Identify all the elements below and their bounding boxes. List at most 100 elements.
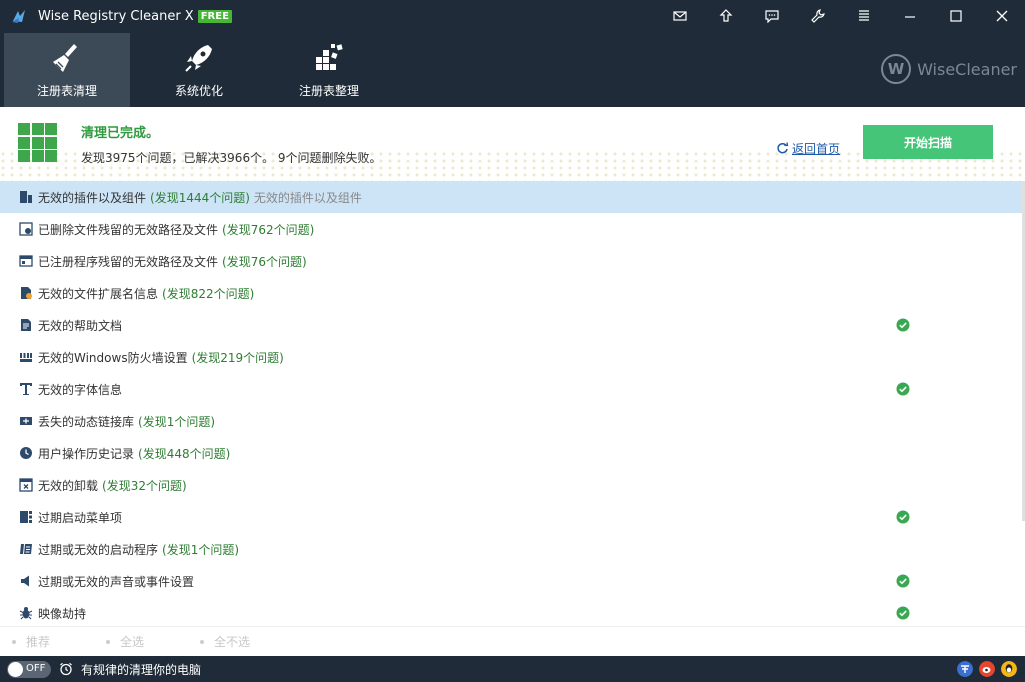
minimize-icon	[905, 16, 915, 18]
app-title: Wise Registry Cleaner X	[38, 8, 194, 24]
app-logo-icon	[12, 10, 25, 23]
item-count: (发现762个问题)	[222, 222, 315, 237]
item-name: 已注册程序残留的无效路径及文件	[38, 254, 219, 269]
item-name: 无效的帮助文档	[38, 318, 123, 333]
start-menu-icon	[20, 511, 32, 523]
item-count: (发现1个问题)	[138, 414, 216, 429]
minimize-button[interactable]	[887, 0, 933, 32]
selection-bar: 推荐 全选 全不选	[0, 626, 1025, 656]
deleted-file-icon	[19, 222, 33, 236]
schedule-text: 有规律的清理你的电脑	[81, 662, 202, 677]
list-item[interactable]: 无效的卸载 (发现32个问题)	[0, 469, 1025, 501]
item-count: (发现76个问题)	[222, 254, 307, 269]
item-name: 过期或无效的启动程序	[38, 542, 159, 557]
toggle-label: OFF	[26, 662, 46, 674]
item-name: 无效的Windows防火墙设置	[38, 350, 188, 365]
item-name: 无效的文件扩展名信息	[38, 286, 159, 301]
dll-icon	[20, 417, 32, 425]
list-item[interactable]: 映像劫持	[0, 597, 1025, 626]
issue-category-list: 无效的插件以及组件 (发现1444个问题) 无效的插件以及组件 已删除文件残留的…	[0, 181, 1025, 626]
schedule-toggle[interactable]: OFF	[7, 660, 51, 678]
comment-button[interactable]	[749, 0, 795, 32]
main-toolbar: 注册表清理 系统优化 注册表整理 W WiseCleaner	[0, 32, 1025, 107]
check-circle-icon	[896, 606, 910, 620]
mail-icon	[673, 11, 687, 21]
list-item[interactable]: 用户操作历史记录 (发现448个问题)	[0, 437, 1025, 469]
item-name: 已删除文件残留的无效路径及文件	[38, 222, 219, 237]
firewall-icon	[20, 353, 32, 362]
upload-arrow-icon	[719, 9, 733, 22]
feedback-mail-button[interactable]	[657, 0, 703, 32]
defrag-icon	[316, 44, 343, 70]
plugin-icon	[20, 191, 32, 203]
tab-registry-cleaner[interactable]: 注册表清理	[4, 33, 130, 107]
broom-icon	[53, 44, 77, 72]
bug-icon	[19, 607, 33, 620]
list-item[interactable]: 过期或无效的启动程序 (发现1个问题)	[0, 533, 1025, 565]
menu-button[interactable]	[841, 0, 887, 32]
item-name: 丢失的动态链接库	[38, 414, 135, 429]
close-icon	[996, 10, 1008, 22]
recommend-label: 推荐	[26, 635, 51, 649]
help-document-icon	[21, 319, 31, 331]
item-count: (发现822个问题)	[162, 286, 255, 301]
tieba-icon[interactable]	[957, 661, 973, 677]
item-count: (发现32个问题)	[102, 478, 187, 493]
list-item[interactable]: 已注册程序残留的无效路径及文件 (发现76个问题)	[0, 245, 1025, 277]
item-name: 映像劫持	[38, 606, 87, 621]
wrench-icon	[811, 9, 825, 23]
back-home-link[interactable]: 返回首页	[776, 140, 840, 157]
list-item[interactable]: 无效的插件以及组件 (发现1444个问题) 无效的插件以及组件	[0, 181, 1025, 213]
menu-list-icon	[859, 10, 869, 21]
select-all-label: 全选	[120, 635, 145, 649]
recommend-option[interactable]: 推荐	[12, 633, 50, 650]
item-name: 过期或无效的声音或事件设置	[38, 574, 195, 589]
check-circle-icon	[896, 574, 910, 588]
check-circle-icon	[896, 318, 910, 332]
upgrade-button[interactable]	[703, 0, 749, 32]
item-count: (发现1444个问题)	[150, 190, 250, 205]
brand-name: WiseCleaner	[917, 59, 1017, 79]
start-scan-button[interactable]: 开始扫描	[863, 125, 993, 159]
chat-bubble-icon	[765, 10, 779, 23]
list-item[interactable]: 无效的帮助文档	[0, 309, 1025, 341]
select-none-option[interactable]: 全不选	[200, 633, 250, 650]
check-circle-icon	[896, 382, 910, 396]
list-item[interactable]: 丢失的动态链接库 (发现1个问题)	[0, 405, 1025, 437]
item-count: (发现448个问题)	[138, 446, 231, 461]
history-clock-icon	[20, 447, 32, 459]
maximize-icon	[950, 10, 962, 22]
weibo-icon[interactable]	[979, 661, 995, 677]
speaker-icon	[21, 575, 29, 587]
item-name: 无效的卸载	[38, 478, 99, 493]
rocket-icon	[185, 45, 212, 72]
item-count: (发现1个问题)	[162, 542, 240, 557]
tab-registry-defrag[interactable]: 注册表整理	[266, 33, 392, 107]
select-all-option[interactable]: 全选	[106, 633, 144, 650]
refresh-icon	[777, 142, 789, 154]
list-item[interactable]: 过期或无效的声音或事件设置	[0, 565, 1025, 597]
free-badge: FREE	[197, 9, 232, 23]
item-name: 用户操作历史记录	[38, 446, 135, 461]
list-item[interactable]: 无效的文件扩展名信息 (发现822个问题)	[0, 277, 1025, 309]
item-name: 无效的字体信息	[38, 382, 123, 397]
status-summary: 发现3975个问题，已解决3966个。 9个问题删除失败。	[81, 151, 382, 165]
list-item[interactable]: 已删除文件残留的无效路径及文件 (发现762个问题)	[0, 213, 1025, 245]
list-item[interactable]: 无效的字体信息	[0, 373, 1025, 405]
close-button[interactable]	[979, 0, 1025, 32]
qq-icon[interactable]	[1001, 661, 1017, 677]
startup-program-icon	[20, 544, 32, 554]
maximize-button[interactable]	[933, 0, 979, 32]
font-icon	[20, 383, 32, 395]
tab-label: 注册表清理	[36, 84, 97, 98]
title-bar: Wise Registry Cleaner X FREE	[0, 0, 1025, 32]
wisecleaner-brand[interactable]: W WiseCleaner	[881, 54, 1017, 84]
list-item[interactable]: 过期启动菜单项	[0, 501, 1025, 533]
footer-bar: OFF 有规律的清理你的电脑	[0, 656, 1025, 682]
tab-label: 注册表整理	[298, 84, 359, 98]
program-window-icon	[19, 255, 33, 267]
tab-system-optimize[interactable]: 系统优化	[136, 33, 262, 107]
item-name: 过期启动菜单项	[38, 510, 123, 525]
tools-button[interactable]	[795, 0, 841, 32]
list-item[interactable]: 无效的Windows防火墙设置 (发现219个问题)	[0, 341, 1025, 373]
